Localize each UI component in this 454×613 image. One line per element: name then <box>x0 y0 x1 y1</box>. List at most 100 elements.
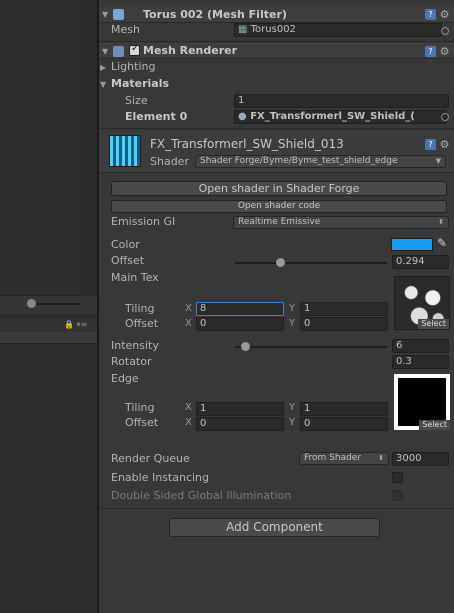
x-label: X <box>185 303 192 314</box>
object-picker-icon[interactable] <box>441 113 449 121</box>
render-queue-dropdown[interactable]: From Shader ⬍ <box>299 452 389 465</box>
edge-offset-y-input[interactable]: 0 <box>300 417 388 431</box>
materials-foldout[interactable]: Materials <box>111 77 169 91</box>
intensity-label: Intensity <box>111 339 159 352</box>
mesh-renderer-foldout-icon[interactable]: ▼ <box>102 47 108 56</box>
separator <box>99 41 454 42</box>
mesh-filter-icon <box>113 9 124 20</box>
element0-object-field[interactable]: ● FX_Transformerl_SW_Shield_( <box>234 110 447 124</box>
gear-icon[interactable]: ⚙ <box>439 139 450 150</box>
main-tex-offset-x-input[interactable]: 0 <box>196 317 284 331</box>
size-label: Size <box>125 94 148 107</box>
help-icon[interactable]: ? <box>425 9 436 20</box>
mesh-object-icon: ▦ <box>238 24 248 35</box>
mesh-filter-title: Torus 002 (Mesh Filter) <box>143 8 287 21</box>
mesh-label: Mesh <box>111 23 140 36</box>
separator <box>99 508 454 509</box>
mesh-renderer-enabled-checkbox[interactable]: ✓ <box>129 43 140 56</box>
render-queue-mode: From Shader <box>304 453 362 463</box>
mesh-filter-foldout-icon[interactable]: ▼ <box>102 10 108 19</box>
rotator-input[interactable]: 0.3 <box>392 355 449 369</box>
offset-slider-handle[interactable] <box>275 258 285 267</box>
separator <box>99 128 454 129</box>
intensity-input[interactable]: 6 <box>392 339 449 353</box>
main-tex-label: Main Tex <box>111 271 159 284</box>
eyedropper-icon[interactable]: ✎ <box>437 236 447 250</box>
main-tex-tiling-label: Tiling <box>125 302 155 315</box>
dropdown-arrow-icon: ▼ <box>435 157 441 165</box>
mesh-object-field[interactable]: ▦ Torus002 <box>234 23 442 37</box>
left-panel-zoom-handle[interactable] <box>27 299 36 308</box>
shader-dropdown[interactable]: Shader Forge/Byme/Byme_test_shield_edge … <box>195 155 446 168</box>
element0-label: Element 0 <box>125 110 188 123</box>
offset-label: Offset <box>111 254 145 267</box>
size-input[interactable]: 1 <box>234 94 449 108</box>
materials-foldout-icon[interactable]: ▼ <box>100 80 106 89</box>
enable-instancing-label: Enable Instancing <box>111 471 209 484</box>
add-component-button[interactable]: Add Component <box>169 518 380 537</box>
open-shader-forge-button[interactable]: Open shader in Shader Forge <box>111 181 447 196</box>
rotator-label: Rotator <box>111 355 152 368</box>
x-label: X <box>185 402 192 413</box>
main-tex-tiling-x-input[interactable]: 8 <box>196 302 284 316</box>
left-panel-scrollbar[interactable] <box>79 0 97 296</box>
color-swatch[interactable] <box>391 238 433 251</box>
edge-offset-x-input[interactable]: 0 <box>196 417 284 431</box>
emission-gi-label: Emission GI <box>111 215 176 228</box>
lighting-foldout[interactable]: Lighting <box>111 60 155 74</box>
dropdown-arrow-icon: ⬍ <box>438 218 444 226</box>
material-icon: ● <box>238 111 247 122</box>
gear-icon[interactable]: ⚙ <box>439 9 450 20</box>
lighting-foldout-icon[interactable]: ▶ <box>100 63 106 72</box>
help-icon[interactable]: ? <box>425 46 436 57</box>
main-tex-select-button[interactable]: Select <box>418 319 449 329</box>
material-name: FX_Transformerl_SW_Shield_013 <box>150 137 344 151</box>
offset-slider-track[interactable] <box>235 262 387 264</box>
mesh-renderer-title: Mesh Renderer <box>143 44 238 57</box>
edge-tiling-y-input[interactable]: 1 <box>300 402 388 416</box>
offset-input[interactable]: 0.294 <box>392 255 449 269</box>
edge-tex-select-button[interactable]: Select <box>419 420 450 430</box>
lock-icon[interactable]: 🔒 ▾≡ <box>64 320 94 330</box>
dropdown-arrow-icon: ⬍ <box>378 454 384 462</box>
y-label: Y <box>289 303 296 314</box>
material-preview-thumbnail <box>109 135 141 167</box>
edge-tiling-label: Tiling <box>125 401 155 414</box>
left-panel-zoom-area <box>0 296 97 314</box>
render-queue-label: Render Queue <box>111 452 190 465</box>
main-tex-thumbnail[interactable]: Select <box>394 276 450 330</box>
double-sided-gi-checkbox[interactable] <box>392 490 403 501</box>
mesh-object-value: Torus002 <box>250 24 296 35</box>
element0-value: FX_Transformerl_SW_Shield_( <box>250 111 415 122</box>
y-label: Y <box>289 402 296 413</box>
emission-gi-value: Realtime Emissive <box>238 217 321 227</box>
render-queue-input[interactable]: 3000 <box>392 452 449 466</box>
emission-gi-dropdown[interactable]: Realtime Emissive ⬍ <box>233 216 449 229</box>
open-shader-code-button[interactable]: Open shader code <box>111 200 447 213</box>
main-tex-offset-y-input[interactable]: 0 <box>300 317 388 331</box>
checkmark-icon: ✓ <box>131 43 140 54</box>
edge-offset-label: Offset <box>125 416 159 429</box>
edge-tiling-x-input[interactable]: 1 <box>196 402 284 416</box>
y-label: Y <box>289 318 296 329</box>
intensity-slider-track[interactable] <box>235 346 387 348</box>
y-label: Y <box>289 417 296 428</box>
object-picker-icon[interactable] <box>441 27 449 35</box>
mesh-renderer-icon <box>113 46 124 57</box>
help-icon[interactable]: ? <box>425 139 436 150</box>
left-panel-row <box>0 332 97 344</box>
enable-instancing-checkbox[interactable] <box>392 472 403 483</box>
x-label: X <box>185 417 192 428</box>
shader-label: Shader <box>150 155 189 168</box>
x-label: X <box>185 318 192 329</box>
double-sided-gi-label: Double Sided Global Illumination <box>111 489 292 502</box>
shader-value: Shader Forge/Byme/Byme_test_shield_edge <box>200 156 398 166</box>
main-tex-offset-label: Offset <box>125 317 159 330</box>
color-label: Color <box>111 238 140 251</box>
inspector-panel: ▼ Torus 002 (Mesh Filter) ? ⚙ Mesh ▦ Tor… <box>99 0 454 613</box>
edge-tex-thumbnail[interactable]: Select <box>394 374 450 430</box>
gear-icon[interactable]: ⚙ <box>439 46 450 57</box>
main-tex-tiling-y-input[interactable]: 1 <box>300 302 388 316</box>
edge-label: Edge <box>111 372 139 385</box>
intensity-slider-handle[interactable] <box>241 342 250 351</box>
